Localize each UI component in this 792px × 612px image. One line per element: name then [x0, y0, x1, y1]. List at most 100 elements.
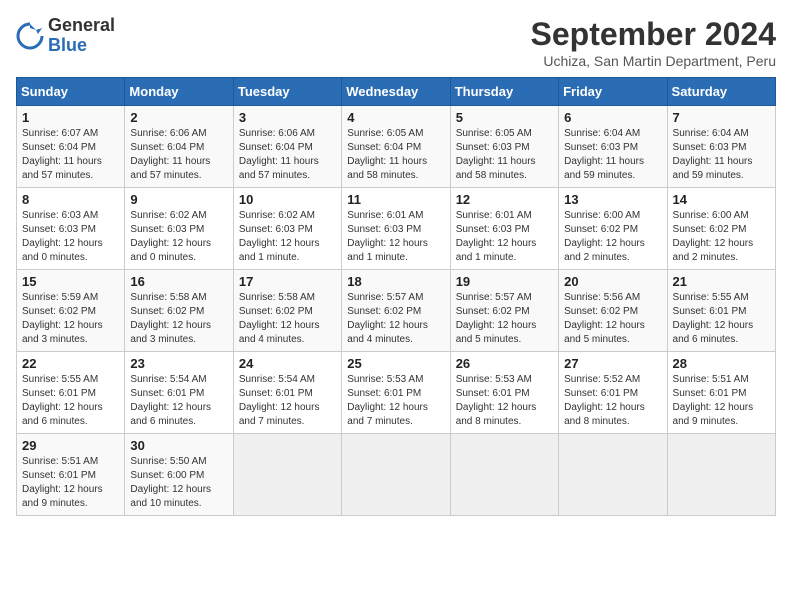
calendar-cell: 21 Sunrise: 5:55 AM Sunset: 6:01 PM Dayl… — [667, 270, 775, 352]
sunrise-text: Sunrise: 6:02 AM — [130, 210, 206, 221]
calendar-cell: 1 Sunrise: 6:07 AM Sunset: 6:04 PM Dayli… — [17, 106, 125, 188]
sunset-text: Sunset: 6:01 PM — [673, 306, 747, 317]
daylight-text: Daylight: 12 hours and 3 minutes. — [22, 320, 103, 345]
calendar-cell: 17 Sunrise: 5:58 AM Sunset: 6:02 PM Dayl… — [233, 270, 341, 352]
day-number: 17 — [239, 274, 336, 289]
day-info: Sunrise: 5:56 AM Sunset: 6:02 PM Dayligh… — [564, 291, 661, 347]
daylight-text: Daylight: 12 hours and 5 minutes. — [564, 320, 645, 345]
calendar-cell: 11 Sunrise: 6:01 AM Sunset: 6:03 PM Dayl… — [342, 188, 450, 270]
daylight-text: Daylight: 11 hours and 59 minutes. — [564, 156, 644, 181]
sunset-text: Sunset: 6:03 PM — [673, 142, 747, 153]
daylight-text: Daylight: 12 hours and 2 minutes. — [564, 238, 645, 263]
day-info: Sunrise: 6:01 AM Sunset: 6:03 PM Dayligh… — [456, 209, 553, 265]
day-info: Sunrise: 6:00 AM Sunset: 6:02 PM Dayligh… — [564, 209, 661, 265]
calendar-cell: 15 Sunrise: 5:59 AM Sunset: 6:02 PM Dayl… — [17, 270, 125, 352]
daylight-text: Daylight: 12 hours and 0 minutes. — [130, 238, 211, 263]
day-number: 9 — [130, 192, 227, 207]
calendar-cell — [559, 434, 667, 516]
day-number: 13 — [564, 192, 661, 207]
daylight-text: Daylight: 12 hours and 4 minutes. — [239, 320, 320, 345]
calendar-cell: 28 Sunrise: 5:51 AM Sunset: 6:01 PM Dayl… — [667, 352, 775, 434]
sunrise-text: Sunrise: 6:00 AM — [673, 210, 749, 221]
calendar-week-1: 1 Sunrise: 6:07 AM Sunset: 6:04 PM Dayli… — [17, 106, 776, 188]
daylight-text: Daylight: 12 hours and 7 minutes. — [239, 402, 320, 427]
day-info: Sunrise: 5:53 AM Sunset: 6:01 PM Dayligh… — [347, 373, 444, 429]
sunrise-text: Sunrise: 5:51 AM — [673, 374, 749, 385]
calendar-week-4: 22 Sunrise: 5:55 AM Sunset: 6:01 PM Dayl… — [17, 352, 776, 434]
daylight-text: Daylight: 12 hours and 1 minute. — [347, 238, 428, 263]
day-number: 7 — [673, 110, 770, 125]
calendar-cell: 25 Sunrise: 5:53 AM Sunset: 6:01 PM Dayl… — [342, 352, 450, 434]
calendar-week-2: 8 Sunrise: 6:03 AM Sunset: 6:03 PM Dayli… — [17, 188, 776, 270]
sunset-text: Sunset: 6:01 PM — [456, 388, 530, 399]
day-number: 26 — [456, 356, 553, 371]
location-subtitle: Uchiza, San Martin Department, Peru — [531, 53, 776, 69]
daylight-text: Daylight: 12 hours and 7 minutes. — [347, 402, 428, 427]
calendar-cell: 23 Sunrise: 5:54 AM Sunset: 6:01 PM Dayl… — [125, 352, 233, 434]
sunrise-text: Sunrise: 6:04 AM — [673, 128, 749, 139]
day-info: Sunrise: 5:53 AM Sunset: 6:01 PM Dayligh… — [456, 373, 553, 429]
sunset-text: Sunset: 6:04 PM — [22, 142, 96, 153]
sunset-text: Sunset: 6:01 PM — [130, 388, 204, 399]
day-info: Sunrise: 6:00 AM Sunset: 6:02 PM Dayligh… — [673, 209, 770, 265]
day-number: 27 — [564, 356, 661, 371]
sunrise-text: Sunrise: 5:52 AM — [564, 374, 640, 385]
day-info: Sunrise: 6:01 AM Sunset: 6:03 PM Dayligh… — [347, 209, 444, 265]
day-number: 18 — [347, 274, 444, 289]
sunset-text: Sunset: 6:01 PM — [22, 388, 96, 399]
calendar-cell: 30 Sunrise: 5:50 AM Sunset: 6:00 PM Dayl… — [125, 434, 233, 516]
day-info: Sunrise: 5:51 AM Sunset: 6:01 PM Dayligh… — [673, 373, 770, 429]
day-info: Sunrise: 6:02 AM Sunset: 6:03 PM Dayligh… — [130, 209, 227, 265]
day-number: 1 — [22, 110, 119, 125]
month-title: September 2024 — [531, 16, 776, 53]
sunset-text: Sunset: 6:03 PM — [564, 142, 638, 153]
sunrise-text: Sunrise: 6:03 AM — [22, 210, 98, 221]
day-number: 4 — [347, 110, 444, 125]
title-block: September 2024 Uchiza, San Martin Depart… — [531, 16, 776, 69]
sunrise-text: Sunrise: 5:58 AM — [239, 292, 315, 303]
sunrise-text: Sunrise: 6:07 AM — [22, 128, 98, 139]
day-info: Sunrise: 5:58 AM Sunset: 6:02 PM Dayligh… — [130, 291, 227, 347]
calendar-week-3: 15 Sunrise: 5:59 AM Sunset: 6:02 PM Dayl… — [17, 270, 776, 352]
sunset-text: Sunset: 6:02 PM — [347, 306, 421, 317]
calendar-cell: 3 Sunrise: 6:06 AM Sunset: 6:04 PM Dayli… — [233, 106, 341, 188]
sunrise-text: Sunrise: 6:01 AM — [347, 210, 423, 221]
day-info: Sunrise: 5:55 AM Sunset: 6:01 PM Dayligh… — [673, 291, 770, 347]
calendar-cell: 14 Sunrise: 6:00 AM Sunset: 6:02 PM Dayl… — [667, 188, 775, 270]
day-number: 21 — [673, 274, 770, 289]
daylight-text: Daylight: 11 hours and 57 minutes. — [130, 156, 210, 181]
calendar-cell: 8 Sunrise: 6:03 AM Sunset: 6:03 PM Dayli… — [17, 188, 125, 270]
calendar-cell — [342, 434, 450, 516]
day-info: Sunrise: 6:05 AM Sunset: 6:03 PM Dayligh… — [456, 127, 553, 183]
sunset-text: Sunset: 6:01 PM — [22, 470, 96, 481]
sunset-text: Sunset: 6:02 PM — [564, 306, 638, 317]
sunset-text: Sunset: 6:03 PM — [456, 224, 530, 235]
sunrise-text: Sunrise: 5:58 AM — [130, 292, 206, 303]
day-info: Sunrise: 6:04 AM Sunset: 6:03 PM Dayligh… — [564, 127, 661, 183]
calendar-cell: 24 Sunrise: 5:54 AM Sunset: 6:01 PM Dayl… — [233, 352, 341, 434]
daylight-text: Daylight: 12 hours and 1 minute. — [239, 238, 320, 263]
logo: General Blue — [16, 16, 115, 56]
daylight-text: Daylight: 12 hours and 9 minutes. — [673, 402, 754, 427]
day-number: 14 — [673, 192, 770, 207]
calendar-cell: 16 Sunrise: 5:58 AM Sunset: 6:02 PM Dayl… — [125, 270, 233, 352]
daylight-text: Daylight: 12 hours and 8 minutes. — [564, 402, 645, 427]
calendar-cell: 20 Sunrise: 5:56 AM Sunset: 6:02 PM Dayl… — [559, 270, 667, 352]
day-number: 24 — [239, 356, 336, 371]
sunrise-text: Sunrise: 5:55 AM — [673, 292, 749, 303]
sunset-text: Sunset: 6:01 PM — [673, 388, 747, 399]
daylight-text: Daylight: 12 hours and 10 minutes. — [130, 484, 211, 509]
sunrise-text: Sunrise: 5:51 AM — [22, 456, 98, 467]
weekday-header-tuesday: Tuesday — [233, 78, 341, 106]
daylight-text: Daylight: 11 hours and 57 minutes. — [22, 156, 102, 181]
day-info: Sunrise: 6:06 AM Sunset: 6:04 PM Dayligh… — [130, 127, 227, 183]
sunset-text: Sunset: 6:02 PM — [130, 306, 204, 317]
day-number: 2 — [130, 110, 227, 125]
calendar-cell: 12 Sunrise: 6:01 AM Sunset: 6:03 PM Dayl… — [450, 188, 558, 270]
weekday-header-monday: Monday — [125, 78, 233, 106]
day-number: 5 — [456, 110, 553, 125]
daylight-text: Daylight: 11 hours and 59 minutes. — [673, 156, 753, 181]
day-number: 25 — [347, 356, 444, 371]
daylight-text: Daylight: 11 hours and 57 minutes. — [239, 156, 319, 181]
calendar-cell: 29 Sunrise: 5:51 AM Sunset: 6:01 PM Dayl… — [17, 434, 125, 516]
